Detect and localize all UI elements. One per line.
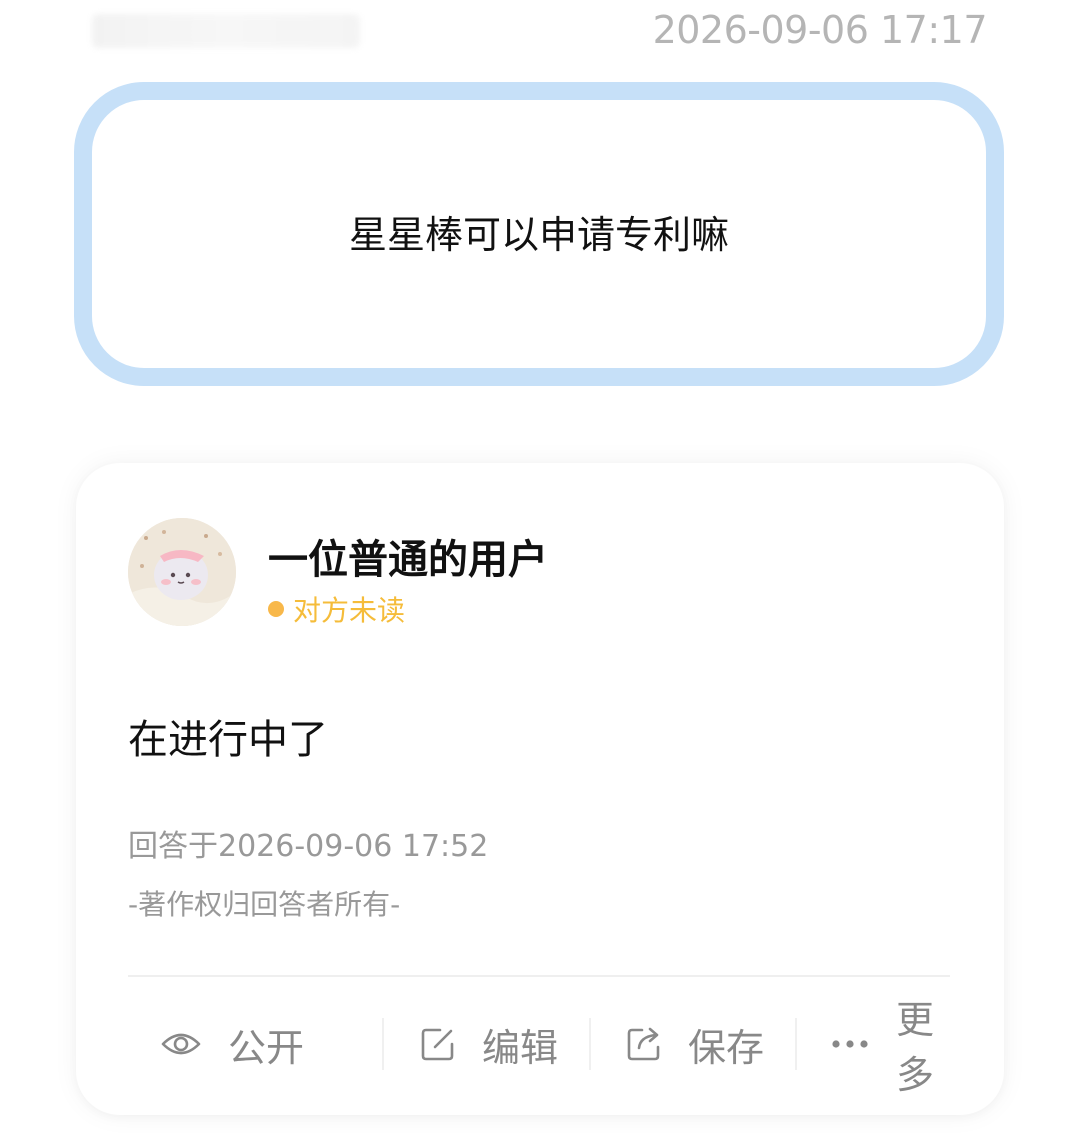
answer-card: 一位普通的用户 对方未读 在进行中了 回答于2026-09-06 17:52 -… xyxy=(76,463,1004,1115)
save-label: 保存 xyxy=(688,1025,765,1070)
question-text: 星星棒可以申请专利嘛 xyxy=(348,212,729,257)
more-label: 更多 xyxy=(896,998,935,1097)
answer-timestamp: 回答于2026-09-06 17:52 xyxy=(128,829,489,864)
edit-label: 编辑 xyxy=(482,1025,559,1070)
action-bar: 公开 编辑 保存 更多 xyxy=(128,998,950,1097)
copyright-notice: -著作权归回答者所有- xyxy=(128,888,401,921)
read-status-label: 对方未读 xyxy=(293,594,406,627)
blurred-username xyxy=(92,14,360,48)
answer-text: 在进行中了 xyxy=(128,717,328,763)
status-dot-icon xyxy=(268,601,284,617)
more-button[interactable]: 更多 xyxy=(778,998,950,1097)
share-icon xyxy=(626,1026,662,1062)
edit-icon xyxy=(420,1026,456,1062)
divider xyxy=(128,975,950,977)
eye-icon xyxy=(160,1029,202,1059)
question-card: 星星棒可以申请专利嘛 xyxy=(74,82,1004,386)
save-button[interactable]: 保存 xyxy=(574,1016,764,1072)
public-label: 公开 xyxy=(228,1025,305,1070)
question-timestamp: 2026-09-06 17:17 xyxy=(652,8,988,52)
more-icon xyxy=(830,1038,870,1050)
read-status: 对方未读 xyxy=(268,589,405,629)
edit-button[interactable]: 编辑 xyxy=(368,1016,558,1072)
avatar[interactable] xyxy=(128,518,236,626)
username[interactable]: 一位普通的用户 xyxy=(268,527,548,585)
public-button[interactable]: 公开 xyxy=(160,1016,304,1072)
